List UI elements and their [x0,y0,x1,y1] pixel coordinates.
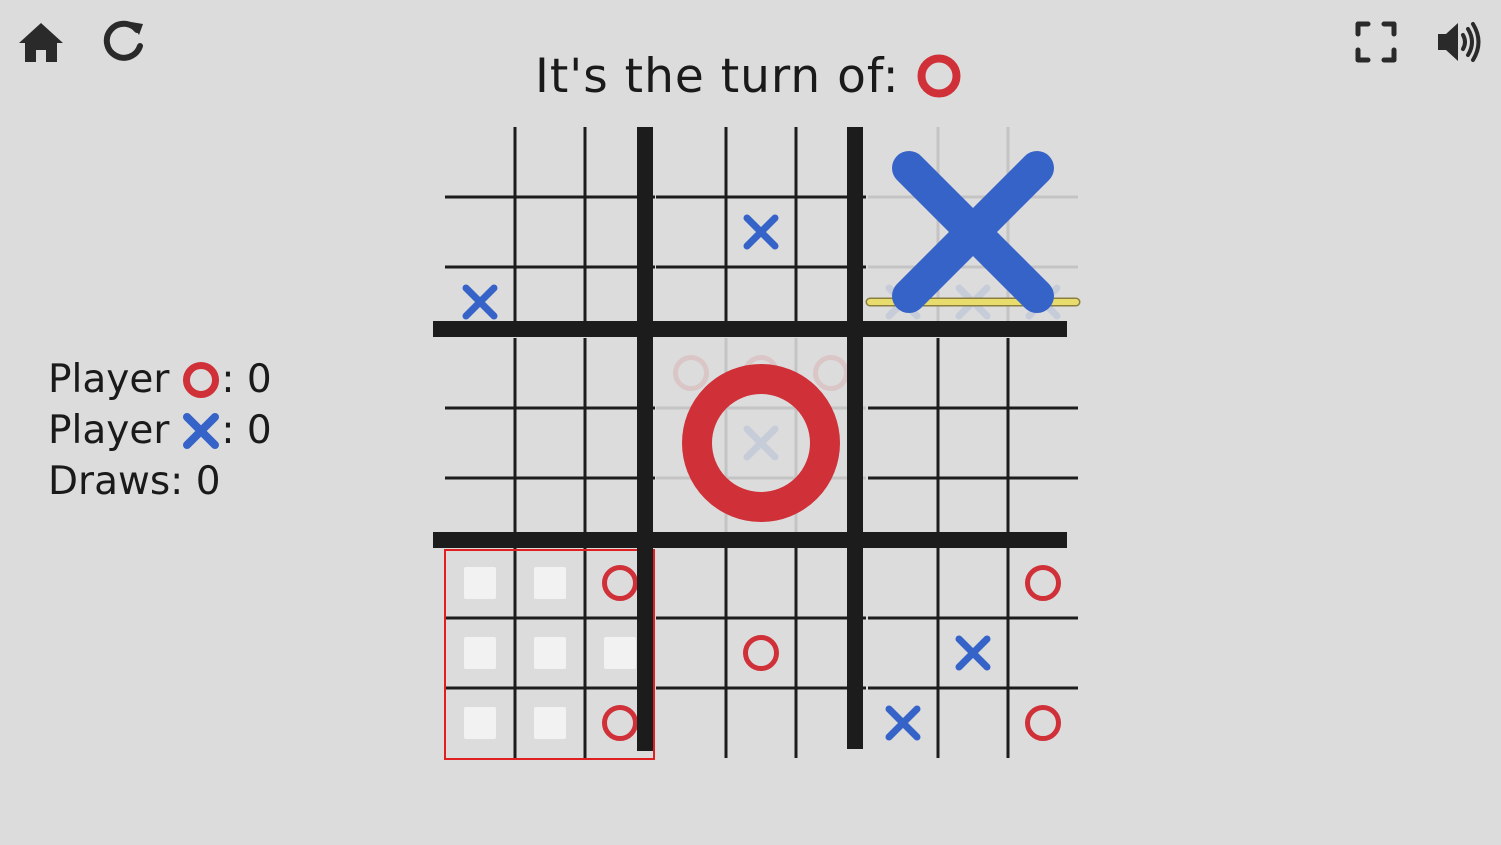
turn-indicator: It's the turn of: [535,48,962,104]
o-mark-icon [1025,705,1061,741]
home-icon [19,23,63,62]
scoreboard: Player : 0 Player : 0 Draws: 0 [48,354,272,507]
o-mark-icon [1025,565,1061,601]
o-mark-icon [673,355,709,391]
draws-value: Draws: 0 [48,459,221,504]
score-x-label: Player [48,408,170,453]
turn-symbol-o-icon [916,53,962,99]
x-symbol-icon [181,411,221,451]
small-board [656,127,866,337]
restart-icon [103,20,143,61]
x-mark-icon [462,284,498,320]
big-x-icon [892,151,1054,313]
available-cell[interactable] [534,707,566,739]
restart-button[interactable] [97,16,149,68]
available-cell[interactable] [464,637,496,669]
home-button[interactable] [15,16,67,68]
small-board [445,127,655,337]
speaker-volume-icon [1438,22,1481,62]
score-x-row: Player : 0 [48,405,272,456]
small-board [868,338,1078,548]
fullscreen-button[interactable] [1350,16,1402,68]
x-mark-icon [743,214,779,250]
available-cell[interactable] [604,637,636,669]
o-mark-icon [602,565,638,601]
small-board [656,548,866,758]
available-cell[interactable] [464,567,496,599]
small-board [868,548,1078,758]
draws-row: Draws: 0 [48,456,272,507]
small-board [445,548,655,758]
o-mark-icon [743,635,779,671]
sound-button[interactable] [1432,16,1484,68]
small-board [445,338,655,548]
score-o-row: Player : 0 [48,354,272,405]
score-o-value: : 0 [221,357,272,402]
ultimate-tic-tac-toe-board [433,127,1081,760]
o-mark-icon [813,355,849,391]
score-x-value: : 0 [221,408,272,453]
available-cell[interactable] [464,707,496,739]
x-mark-icon [955,635,991,671]
score-o-label: Player [48,357,170,402]
available-cell[interactable] [534,567,566,599]
x-mark-icon [743,425,779,461]
x-mark-icon [885,705,921,741]
o-symbol-icon [181,360,221,400]
fullscreen-icon [1355,21,1397,63]
turn-label: It's the turn of: [535,48,900,104]
o-mark-icon [602,705,638,741]
available-cell[interactable] [534,637,566,669]
